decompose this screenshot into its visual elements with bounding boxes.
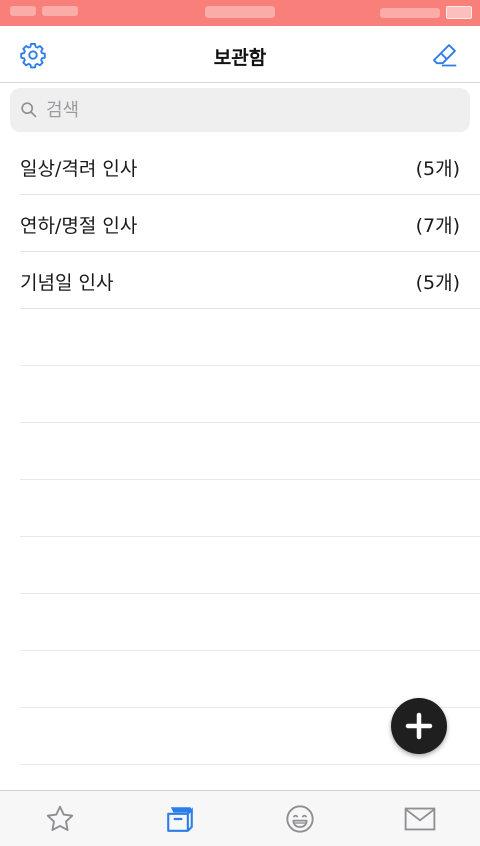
status-time xyxy=(205,6,275,18)
status-bar xyxy=(0,0,480,26)
list-item-label: 연하/명절 인사 xyxy=(20,215,138,237)
battery-icon xyxy=(446,6,472,19)
list-item[interactable]: 연하/명절 인사 (7개) xyxy=(20,195,480,252)
empty-row xyxy=(20,594,480,651)
nav-bar: 보관함 xyxy=(0,26,480,83)
status-bar-right xyxy=(380,6,472,19)
list-item[interactable]: 일상/격려 인사 (5개) xyxy=(20,138,480,195)
search-bar xyxy=(10,88,470,132)
empty-row xyxy=(20,366,480,423)
star-icon xyxy=(46,805,74,831)
page-title: 보관함 xyxy=(213,47,267,69)
list-item[interactable]: 기념일 인사 (5개) xyxy=(20,252,480,309)
plus-icon xyxy=(405,712,433,740)
search-icon xyxy=(21,102,37,118)
tab-bar xyxy=(0,790,480,846)
battery-percent xyxy=(380,7,440,18)
add-button[interactable] xyxy=(391,698,447,754)
list-item-label: 기념일 인사 xyxy=(20,272,114,294)
tab-messages[interactable] xyxy=(400,801,440,837)
archive-box-icon xyxy=(167,807,194,832)
smiley-icon xyxy=(286,805,314,833)
tab-archive[interactable] xyxy=(160,801,200,837)
empty-row xyxy=(20,423,480,480)
signal-indicator xyxy=(10,6,36,16)
empty-row xyxy=(20,309,480,366)
tab-emoticons[interactable] xyxy=(280,801,320,837)
app-screen: 보관함 일상/격려 인사 (5개) 연하/명절 인사 (7개) 기념일 인사 xyxy=(0,0,480,846)
mail-icon xyxy=(404,807,436,831)
list-item-count: (5개) xyxy=(415,272,460,294)
edit-button[interactable] xyxy=(430,40,460,70)
list-item-count: (7개) xyxy=(415,215,460,237)
empty-row xyxy=(20,480,480,537)
carrier-indicator xyxy=(42,6,78,16)
empty-row xyxy=(20,537,480,594)
list-item-label: 일상/격려 인사 xyxy=(20,158,138,180)
eraser-icon xyxy=(432,44,457,67)
list-item-count: (5개) xyxy=(415,158,460,180)
search-input[interactable] xyxy=(44,89,448,131)
status-bar-left xyxy=(10,6,78,16)
tab-favorites[interactable] xyxy=(40,801,80,837)
